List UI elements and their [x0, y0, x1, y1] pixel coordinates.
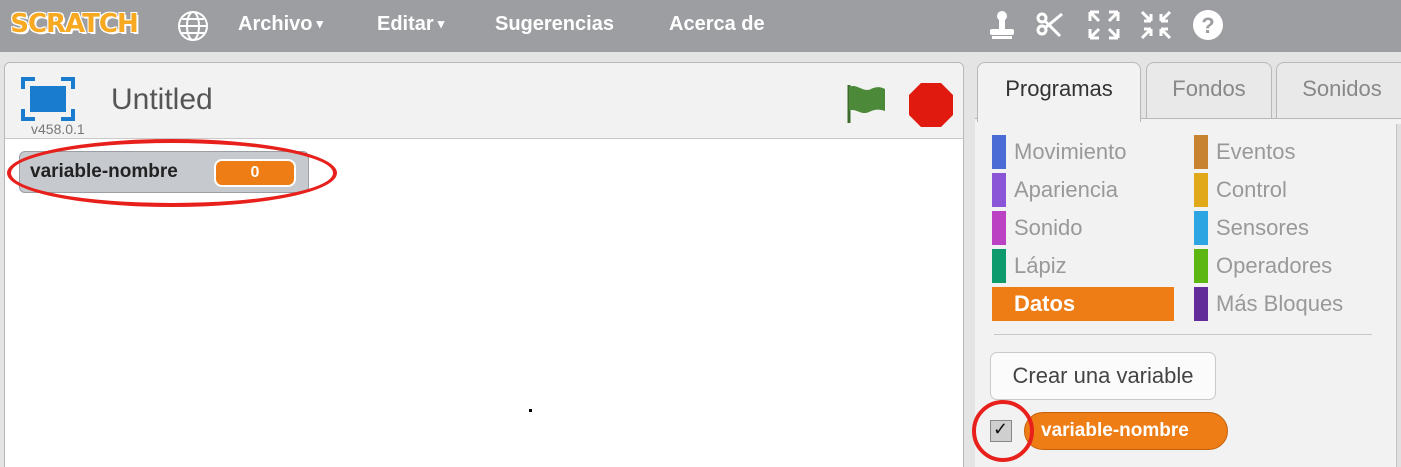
highlight-ellipse — [7, 139, 337, 207]
category-label: Apariencia — [1014, 177, 1118, 202]
category-color-swatch — [992, 173, 1006, 207]
category-color-swatch — [992, 211, 1006, 245]
green-flag-icon[interactable] — [841, 81, 889, 125]
category-label: Sensores — [1216, 215, 1309, 240]
category-mas-bloques[interactable]: Más Bloques — [1194, 287, 1374, 321]
stage-panel: Untitled v458.0.1 variable-nombre 0 — [4, 62, 964, 467]
menu-acerca-de[interactable]: Acerca de — [669, 12, 765, 36]
category-control[interactable]: Control — [1194, 173, 1374, 207]
category-label: Sonido — [1014, 215, 1083, 240]
category-sonido[interactable]: Sonido — [992, 211, 1172, 245]
category-apariencia[interactable]: Apariencia — [992, 173, 1172, 207]
duplicate-stamp-icon[interactable] — [984, 8, 1020, 42]
menu-bar: SCRATCH Archivo ▾ Editar ▾ Sugerencias Ace… — [0, 0, 1401, 52]
category-color-swatch — [992, 287, 1006, 321]
category-label: Datos — [1014, 291, 1076, 316]
category-label: Eventos — [1216, 139, 1296, 164]
tab-sonidos[interactable]: Sonidos — [1276, 62, 1401, 120]
category-lapiz[interactable]: Lápiz — [992, 249, 1172, 283]
menu-archivo[interactable]: Archivo ▾ — [238, 12, 323, 36]
category-eventos[interactable]: Eventos — [1194, 135, 1374, 169]
category-color-swatch — [992, 249, 1006, 283]
chevron-down-icon: ▾ — [316, 16, 323, 31]
tab-fondos[interactable]: Fondos — [1146, 62, 1272, 120]
highlight-circle — [972, 400, 1034, 462]
fullscreen-icon[interactable] — [21, 77, 75, 121]
menu-archivo-label: Archivo — [238, 13, 313, 35]
variable-reporter-block[interactable]: variable-nombre — [1024, 412, 1228, 450]
svg-text:?: ? — [1201, 13, 1214, 38]
tab-programas[interactable]: Programas — [977, 62, 1141, 122]
stage-sprite-dot — [529, 409, 532, 412]
category-operadores[interactable]: Operadores — [1194, 249, 1374, 283]
category-divider — [994, 334, 1372, 335]
category-label: Control — [1216, 177, 1287, 202]
category-color-swatch — [1194, 287, 1208, 321]
cut-scissors-icon[interactable] — [1032, 8, 1068, 42]
grow-icon[interactable] — [1086, 8, 1122, 42]
category-label: Más Bloques — [1216, 291, 1344, 316]
scratch-logo[interactable]: SCRATCH — [8, 4, 140, 44]
category-color-swatch — [992, 135, 1006, 169]
chevron-down-icon: ▾ — [437, 16, 445, 31]
scripts-area-edge — [1396, 124, 1401, 467]
category-movimiento[interactable]: Movimiento — [992, 135, 1172, 169]
stop-icon[interactable] — [907, 81, 955, 129]
category-color-swatch — [1194, 173, 1208, 207]
category-label: Movimiento — [1014, 139, 1127, 164]
shrink-icon[interactable] — [1138, 8, 1174, 42]
category-color-swatch — [1194, 249, 1208, 283]
version-label: v458.0.1 — [31, 121, 85, 137]
help-icon[interactable]: ? — [1190, 8, 1226, 42]
menu-editar-label: Editar — [377, 13, 434, 35]
category-datos[interactable]: Datos — [992, 287, 1174, 321]
category-label: Operadores — [1216, 253, 1333, 278]
scratch-editor: SCRATCH Archivo ▾ Editar ▾ Sugerencias Ace… — [0, 0, 1401, 467]
stage-header: Untitled v458.0.1 — [5, 63, 963, 139]
project-title[interactable]: Untitled — [111, 83, 213, 117]
category-label: Lápiz — [1014, 253, 1067, 278]
make-variable-button[interactable]: Crear una variable — [990, 352, 1216, 400]
category-color-swatch — [1194, 211, 1208, 245]
globe-icon[interactable] — [176, 9, 210, 43]
category-color-swatch — [1194, 135, 1208, 169]
menu-sugerencias[interactable]: Sugerencias — [495, 12, 614, 36]
menu-editar[interactable]: Editar ▾ — [377, 12, 444, 36]
category-sensores[interactable]: Sensores — [1194, 211, 1374, 245]
